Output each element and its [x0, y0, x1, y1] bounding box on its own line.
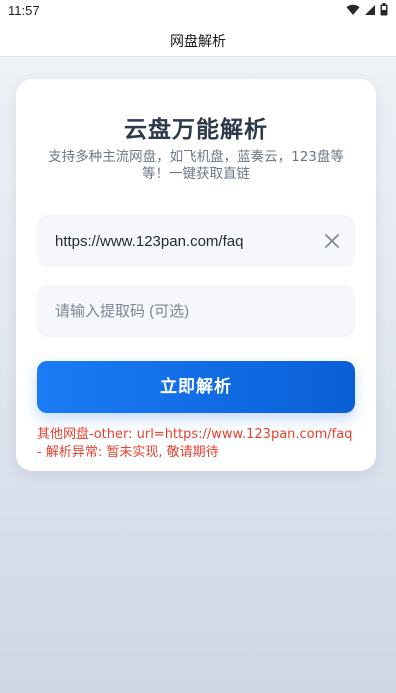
parse-button[interactable]: 立即解析	[37, 361, 355, 413]
extract-code-input[interactable]	[55, 285, 305, 337]
app-bar-title: 网盘解析	[170, 34, 226, 50]
clear-icon[interactable]	[325, 234, 339, 248]
status-bar: 11:57	[0, 0, 396, 22]
url-input[interactable]	[55, 215, 305, 267]
card-title: 云盘万能解析	[124, 117, 268, 143]
card-subtitle: 支持多种主流网盘，如飞机盘，蓝奏云，123盘等等！一键获取直链	[48, 149, 344, 182]
code-input-box	[37, 285, 355, 337]
parse-card: 云盘万能解析 支持多种主流网盘，如飞机盘，蓝奏云，123盘等等！一键获取直链 立…	[16, 79, 376, 471]
status-icons	[346, 3, 388, 16]
battery-icon	[380, 3, 388, 16]
app-bar: 网盘解析	[0, 22, 396, 57]
signal-icon	[365, 4, 375, 15]
wifi-icon	[346, 4, 360, 15]
status-time: 11:57	[8, 3, 40, 18]
url-input-box	[37, 215, 355, 267]
error-message: 其他网盘-other: url=https://www.123pan.com/f…	[37, 427, 353, 460]
